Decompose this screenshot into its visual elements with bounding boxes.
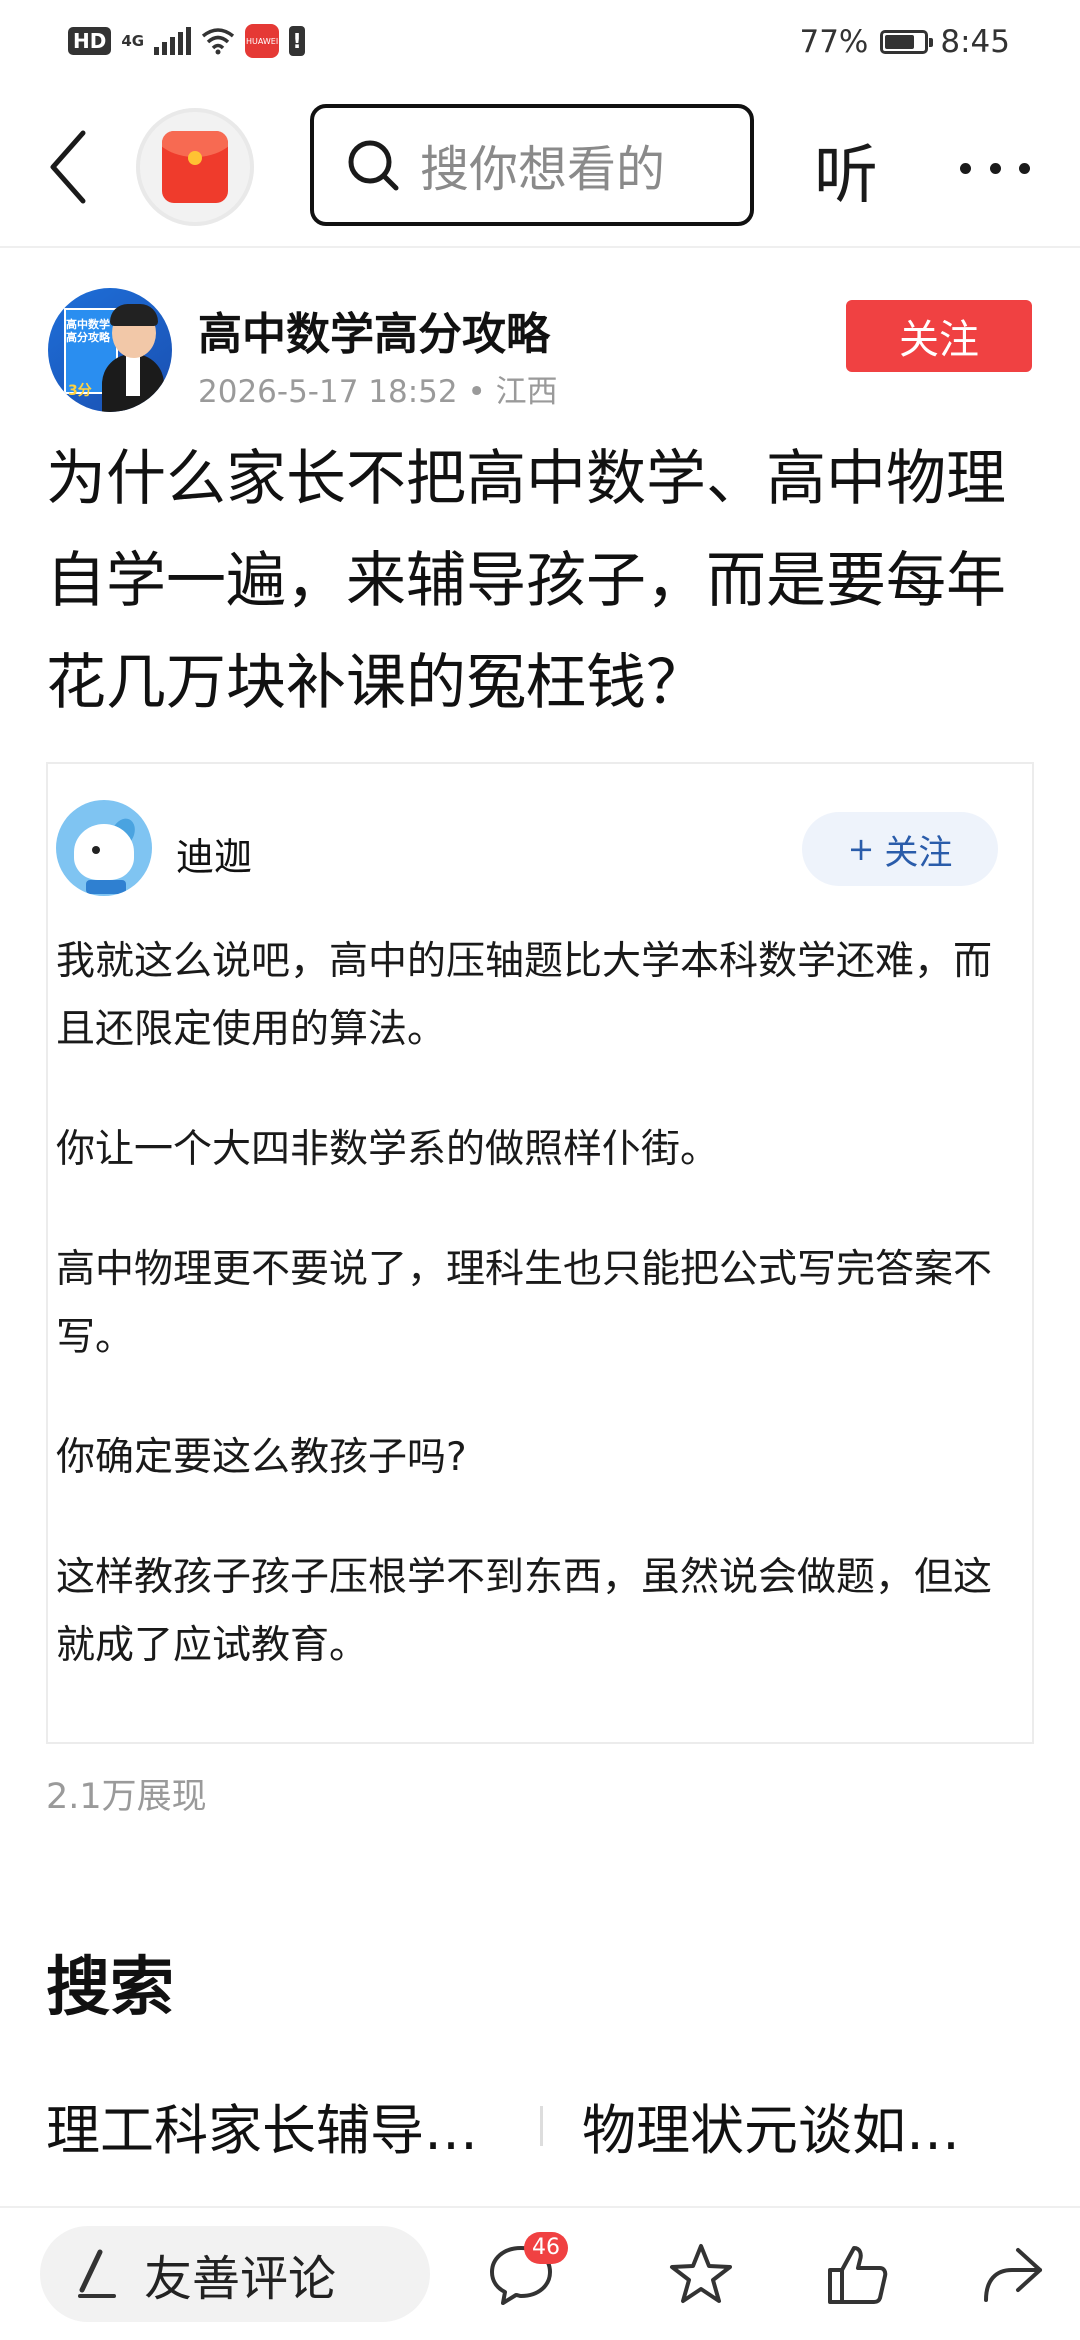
answerer-name[interactable]: 迪迦 (176, 826, 252, 881)
divider (540, 2106, 543, 2146)
answer-body: 我就这么说吧，高中的压轴题比大学本科数学还难，而且还限定使用的算法。 你让一个大… (56, 928, 1006, 1732)
huawei-app-icon: HUAWEI (245, 24, 280, 58)
hd-indicator: HD (68, 27, 112, 55)
thumbs-up-icon[interactable] (822, 2240, 892, 2310)
battery-percent: 77% (799, 24, 869, 60)
answer-paragraph: 高中物理更不要说了，理科生也只能把公式写完答案不写。 (56, 1247, 993, 1360)
divider (0, 2206, 1080, 2208)
follow-author-button[interactable]: 关注 (846, 300, 1032, 372)
listen-button[interactable]: 听 (814, 124, 878, 216)
alert-icon: ! (289, 26, 306, 56)
related-search-item[interactable]: 物理状元谈如… (582, 2086, 1052, 2165)
divider (0, 246, 1080, 248)
star-icon[interactable] (666, 2240, 736, 2310)
red-envelope-button[interactable] (136, 108, 254, 226)
search-input[interactable]: 搜你想看的 (310, 104, 754, 226)
search-placeholder: 搜你想看的 (420, 140, 666, 198)
related-search-heading: 搜索 (46, 1951, 174, 2025)
author-avatar[interactable]: 高中数学 高分攻略 3分 (48, 288, 172, 412)
post-title: 为什么家长不把高中数学、高中物理自学一遍，来辅导孩子，而是要每年花几万块补课的冤… (46, 444, 1006, 718)
wifi-icon (202, 28, 235, 55)
status-left: HD 4G HUAWEI ! (68, 24, 306, 58)
avatar-text: 高中数学 高分攻略 (66, 318, 110, 344)
share-icon[interactable] (978, 2240, 1048, 2310)
back-button[interactable] (38, 122, 98, 212)
answerer-avatar[interactable] (56, 800, 152, 896)
related-search-item[interactable]: 理工科家长辅导… (46, 2086, 524, 2165)
comment-placeholder: 友善评论 (144, 2251, 337, 2307)
comment-count-badge: 46 (524, 2232, 568, 2264)
red-envelope-icon (162, 131, 228, 203)
battery-icon (880, 30, 934, 54)
network-type: 4G (121, 32, 145, 50)
follow-label: 关注 (884, 832, 953, 873)
answer-paragraph: 你确定要这么教孩子吗? (56, 1435, 467, 1480)
answer-paragraph: 我就这么说吧，高中的压轴题比大学本科数学还难，而且还限定使用的算法。 (56, 939, 993, 1052)
comment-input[interactable]: 友善评论 (40, 2226, 430, 2322)
signal-icon (154, 27, 192, 55)
author-name[interactable]: 高中数学高分攻略 (198, 298, 550, 362)
post-meta: 2026-5-17 18:52 • 江西 (198, 374, 558, 410)
answer-paragraph: 这样教孩子孩子压根学不到东西，虽然说会做题，但这就成了应试教育。 (56, 1555, 993, 1668)
back-chevron-icon (50, 130, 86, 204)
search-icon (348, 140, 399, 191)
view-count: 2.1万展现 (46, 1777, 207, 1817)
pen-icon (78, 2249, 116, 2298)
follow-answerer-button[interactable]: + 关注 (802, 812, 998, 886)
answer-paragraph: 你让一个大四非数学系的做照样仆街。 (56, 1127, 720, 1172)
status-bar: HD 4G HUAWEI ! 77% 8:45 (0, 0, 1080, 90)
plus-icon: + (847, 830, 875, 868)
clock: 8:45 (940, 24, 1010, 60)
more-dots-icon (960, 162, 971, 174)
avatar-score: 3分 (68, 383, 92, 399)
status-right: 77% 8:45 (799, 24, 1010, 60)
more-button[interactable] (960, 128, 1030, 208)
